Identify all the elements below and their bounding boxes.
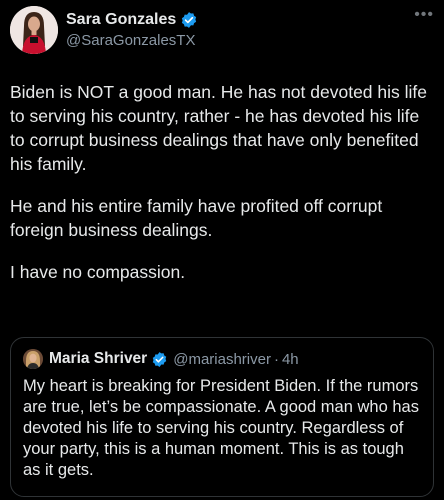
tweet: Sara Gonzales @SaraGonzalesTX ••• Biden …: [0, 0, 444, 500]
tweet-paragraph-1: Biden is NOT a good man. He has not devo…: [10, 82, 428, 174]
quoted-author-avatar[interactable]: [23, 349, 43, 369]
more-options-icon[interactable]: •••: [414, 6, 434, 24]
author-handle[interactable]: @SaraGonzalesTX: [66, 32, 195, 49]
quoted-author-name[interactable]: Maria Shriver: [49, 350, 147, 368]
tweet-body: Biden is NOT a good man. He has not devo…: [10, 80, 434, 302]
quoted-tweet-text: My heart is breaking for President Biden…: [23, 377, 419, 479]
quoted-author-handle[interactable]: @mariashriver: [173, 351, 271, 368]
separator-dot: ·: [273, 350, 279, 368]
author-name[interactable]: Sara Gonzales: [66, 11, 176, 29]
verified-badge-icon: [180, 11, 198, 29]
author-name-row: Sara Gonzales: [66, 9, 198, 31]
tweet-paragraph-2: He and his entire family have profited o…: [10, 196, 383, 240]
author-avatar[interactable]: [10, 6, 58, 54]
verified-badge-icon: [151, 351, 168, 368]
quoted-tweet-header: Maria Shriver @mariashriver · 4h: [23, 348, 299, 370]
quoted-tweet[interactable]: Maria Shriver @mariashriver · 4h My hear…: [10, 337, 434, 497]
quoted-tweet-time[interactable]: 4h: [282, 351, 299, 368]
tweet-paragraph-3: I have no compassion.: [10, 262, 186, 282]
